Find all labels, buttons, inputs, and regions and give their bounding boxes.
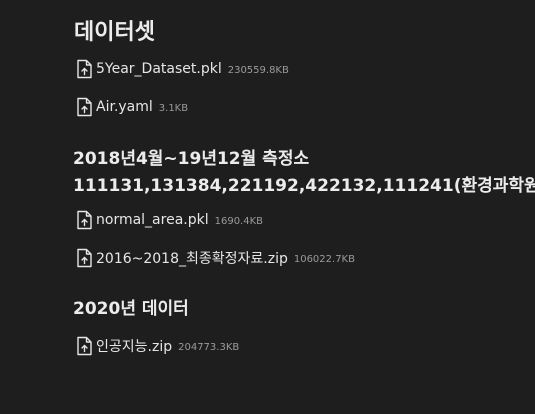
section-heading-line-2: 111131,131384,221192,422132,111241(환경과학원… bbox=[73, 176, 535, 196]
file-upload-icon bbox=[76, 336, 93, 356]
file-name[interactable]: 2016~2018_최종확정자료.zip bbox=[96, 248, 288, 268]
file-upload-icon bbox=[76, 210, 93, 230]
file-upload-icon bbox=[76, 97, 93, 117]
page-title: 데이터셋 bbox=[74, 20, 155, 45]
file-size: 204773.3KB bbox=[178, 341, 240, 353]
file-name[interactable]: normal_area.pkl bbox=[96, 212, 209, 228]
file-upload-icon bbox=[76, 59, 93, 79]
file-name[interactable]: 5Year_Dataset.pkl bbox=[96, 61, 222, 77]
file-link[interactable]: 5Year_Dataset.pkl 230559.8KB bbox=[76, 59, 289, 79]
file-size: 106022.7KB bbox=[293, 253, 355, 265]
file-link[interactable]: 인공지능.zip 204773.3KB bbox=[76, 336, 239, 356]
file-link[interactable]: normal_area.pkl 1690.4KB bbox=[76, 210, 263, 230]
file-link[interactable]: 2016~2018_최종확정자료.zip 106022.7KB bbox=[76, 248, 355, 268]
file-size: 230559.8KB bbox=[227, 64, 289, 76]
file-upload-icon bbox=[76, 248, 93, 268]
file-size: 1690.4KB bbox=[214, 215, 264, 227]
file-name[interactable]: Air.yaml bbox=[96, 99, 153, 115]
file-link[interactable]: Air.yaml 3.1KB bbox=[76, 97, 188, 117]
section-heading: 2018년4월~19년12월 측정소 bbox=[73, 149, 310, 169]
file-name[interactable]: 인공지능.zip bbox=[96, 336, 172, 356]
dataset-page: 데이터셋 5Year_Dataset.pkl 230559.8KB Air.ya… bbox=[0, 0, 535, 414]
file-size: 3.1KB bbox=[158, 102, 189, 114]
section-heading: 2020년 데이터 bbox=[73, 299, 189, 319]
